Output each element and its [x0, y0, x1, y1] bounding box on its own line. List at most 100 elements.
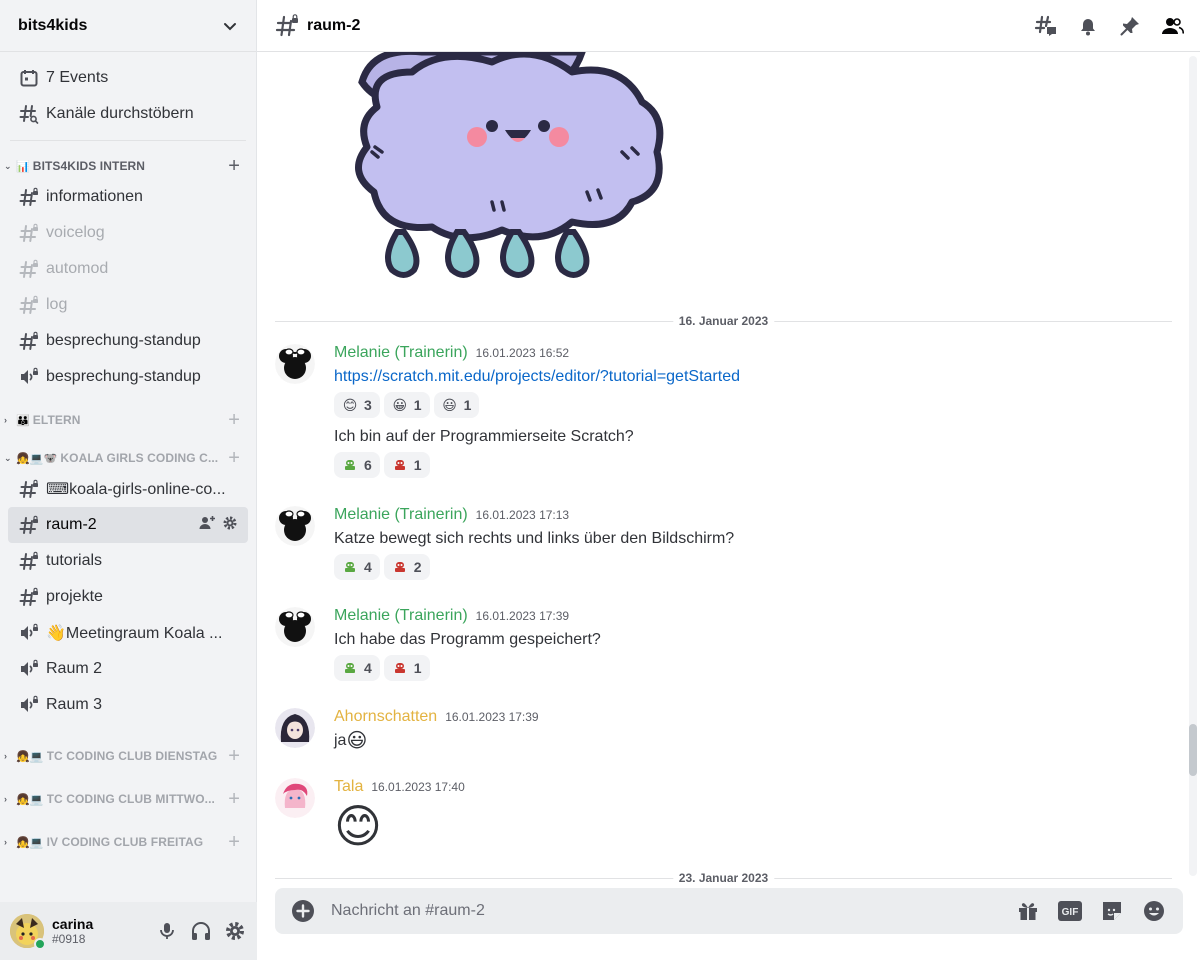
scrollbar-thumb[interactable] — [1189, 724, 1197, 776]
channel-informationen[interactable]: informationen — [8, 179, 248, 215]
channel-voicelog[interactable]: voicelog — [8, 215, 248, 251]
channel-koala-girls-online[interactable]: ⌨koala-girls-online-co... — [8, 471, 248, 507]
channel-name: voicelog — [46, 224, 105, 241]
message-author[interactable]: Tala — [334, 778, 363, 796]
pin-icon[interactable] — [1118, 14, 1142, 38]
reaction[interactable]: 6 — [334, 452, 380, 478]
category-label: IV CODING CLUB FREITAG — [46, 835, 204, 849]
reaction[interactable]: 4 — [334, 655, 380, 681]
locked-text-channel-icon — [18, 258, 40, 280]
message-link[interactable]: https://scratch.mit.edu/projects/editor/… — [334, 368, 740, 385]
microphone-icon[interactable] — [155, 919, 179, 943]
message-text: Ich habe das Programm gespeichert? — [334, 631, 601, 648]
member-list-icon[interactable] — [1160, 14, 1184, 38]
channel-raum-2-voice[interactable]: Raum 2 — [8, 651, 248, 687]
add-channel-icon[interactable]: + — [228, 788, 240, 811]
category-tc-mittwoch[interactable]: › 👧💻 TC CODING CLUB MITTWO... + — [0, 786, 256, 812]
channel-name: besprechung-standup — [46, 368, 201, 385]
add-channel-icon[interactable]: + — [228, 447, 240, 470]
gift-icon[interactable] — [1015, 898, 1041, 924]
channel-meetingraum-koala[interactable]: 👋Meetingraum Koala ... — [8, 615, 248, 651]
message-author[interactable]: Melanie (Trainerin) — [334, 607, 468, 625]
channel-sidebar: bits4kids 7 Events Kanäle durchstöbern ⌄… — [0, 0, 257, 960]
channel-name: informationen — [46, 188, 143, 205]
rain-cloud-sticker — [349, 52, 664, 278]
channel-name: Raum 3 — [46, 696, 103, 713]
add-channel-icon[interactable]: + — [228, 831, 240, 854]
category-label: TC CODING CLUB MITTWO... — [46, 792, 215, 806]
avatar[interactable] — [275, 506, 315, 546]
channel-name: automod — [46, 260, 109, 277]
avatar[interactable] — [275, 778, 315, 818]
channel-projekte[interactable]: projekte — [8, 579, 248, 615]
jumbo-emoji: 😊 — [334, 800, 382, 852]
message-author[interactable]: Melanie (Trainerin) — [334, 344, 468, 362]
add-channel-icon[interactable]: + — [228, 745, 240, 768]
avatar[interactable] — [275, 708, 315, 748]
channel-besprechung-standup-voice[interactable]: besprechung-standup — [8, 359, 248, 395]
message: Melanie (Trainerin) 16.01.2023 16:52 htt… — [275, 344, 1172, 484]
message-list: 16. Januar 2023 Melanie (Trainerin) 16.0… — [257, 52, 1200, 882]
channel-tutorials[interactable]: tutorials — [8, 543, 248, 579]
browse-channels-label: Kanäle durchstöbern — [46, 105, 194, 122]
channel-besprechung-standup-text[interactable]: besprechung-standup — [8, 323, 248, 359]
message: Ahornschatten 16.01.2023 17:39 ja 😃 — [275, 708, 1172, 760]
channel-raum-3-voice[interactable]: Raum 3 — [8, 687, 248, 723]
caret-down-icon: ⌄ — [4, 160, 12, 171]
avatar[interactable] — [275, 607, 315, 647]
message-author[interactable]: Ahornschatten — [334, 708, 437, 726]
avatar[interactable] — [275, 344, 315, 384]
chevron-down-icon[interactable] — [222, 18, 238, 34]
server-name: bits4kids — [18, 16, 88, 34]
category-emoji: 👪 — [16, 414, 30, 427]
message-text: Ich bin auf der Programmierseite Scratch… — [334, 428, 634, 445]
invite-user-icon[interactable] — [198, 514, 216, 537]
reaction-count: 1 — [413, 660, 422, 676]
reaction[interactable]: 1 — [383, 655, 430, 681]
channel-name: tutorials — [46, 552, 103, 569]
reaction-count: 6 — [364, 457, 372, 473]
caret-right-icon: › — [4, 751, 8, 761]
add-channel-icon[interactable]: + — [228, 409, 240, 432]
locked-text-channel-icon — [275, 13, 298, 36]
message-author[interactable]: Melanie (Trainerin) — [334, 506, 468, 524]
reaction[interactable]: 1 — [383, 452, 430, 478]
threads-icon[interactable] — [1034, 14, 1058, 38]
sticker-icon[interactable] — [1099, 898, 1125, 924]
message-input[interactable] — [331, 902, 1015, 920]
server-header[interactable]: bits4kids — [0, 0, 256, 52]
user-avatar[interactable] — [10, 914, 46, 950]
channel-raum-2[interactable]: raum-2 — [8, 507, 248, 543]
reaction[interactable]: 😃 1 — [433, 392, 480, 418]
category-koala-girls[interactable]: ⌄ 👧💻🐨 KOALA GIRLS CODING C... + — [0, 445, 256, 471]
reaction[interactable]: 2 — [383, 554, 430, 580]
emoji-picker-icon[interactable] — [1141, 898, 1167, 924]
bell-icon[interactable] — [1076, 14, 1100, 38]
channel-automod[interactable]: automod — [8, 251, 248, 287]
category-bits4kids-intern[interactable]: ⌄ 📊 BITS4KIDS INTERN + — [0, 153, 256, 179]
reaction[interactable]: 😀 1 — [383, 392, 430, 418]
caret-right-icon: › — [4, 415, 8, 425]
add-attachment-icon[interactable] — [291, 899, 315, 923]
category-emoji: 👧💻 — [16, 836, 44, 849]
channel-log[interactable]: log — [8, 287, 248, 323]
category-eltern[interactable]: › 👪 ELTERN + — [0, 407, 256, 433]
gif-icon[interactable]: GIF — [1057, 898, 1083, 924]
reaction[interactable]: 😊 3 — [334, 392, 380, 418]
browse-channels-link[interactable]: Kanäle durchstöbern — [8, 96, 248, 132]
category-tc-dienstag[interactable]: › 👧💻 TC CODING CLUB DIENSTAG + — [0, 743, 256, 769]
category-iv-freitag[interactable]: › 👧💻 IV CODING CLUB FREITAG + — [0, 829, 256, 855]
events-link[interactable]: 7 Events — [8, 60, 248, 96]
headphones-icon[interactable] — [189, 919, 213, 943]
caret-right-icon: › — [4, 837, 8, 847]
message: Melanie (Trainerin) 16.01.2023 17:39 Ich… — [275, 607, 1172, 687]
add-channel-icon[interactable]: + — [228, 155, 240, 178]
category-label: BITS4KIDS INTERN — [32, 159, 146, 173]
chat-area: raum-2 16. Januar 2023 Melanie (Traineri… — [257, 0, 1200, 960]
gear-icon[interactable] — [222, 515, 238, 536]
reaction[interactable]: 4 — [334, 554, 380, 580]
gear-icon[interactable] — [223, 919, 247, 943]
locked-text-channel-icon — [18, 186, 40, 208]
locked-text-channel-icon — [18, 222, 40, 244]
message-scrollbar[interactable] — [1189, 56, 1197, 876]
